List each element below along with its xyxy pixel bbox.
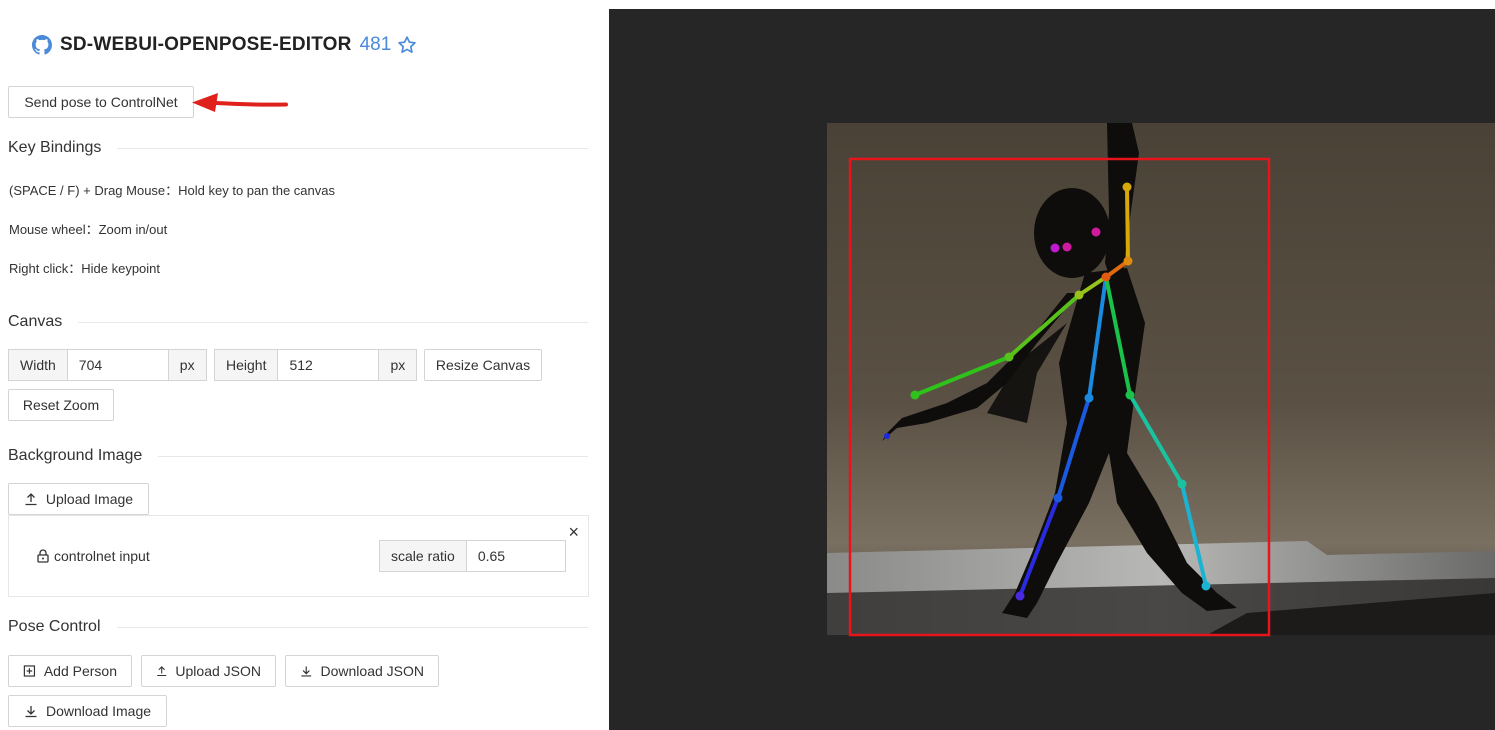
resize-canvas-button[interactable]: Resize Canvas xyxy=(424,349,542,381)
width-label: Width xyxy=(9,350,68,380)
background-image-heading: Background Image xyxy=(8,447,143,464)
download-json-button[interactable]: Download JSON xyxy=(285,655,439,687)
canvas-heading: Canvas xyxy=(8,313,63,330)
height-label: Height xyxy=(215,350,279,380)
resize-canvas-label: Resize Canvas xyxy=(435,357,531,373)
reset-zoom-button[interactable]: Reset Zoom xyxy=(8,389,114,421)
close-icon[interactable]: × xyxy=(568,522,579,543)
key-binding-pan: (SPACE / F) + Drag Mouse：Hold key to pan… xyxy=(9,183,335,198)
download-image-button[interactable]: Download Image xyxy=(8,695,167,727)
height-input-group: Height px xyxy=(214,349,418,381)
width-input[interactable] xyxy=(67,350,168,380)
keypoint[interactable] xyxy=(1122,182,1132,192)
keypoint[interactable] xyxy=(910,390,920,400)
upload-image-label: Upload Image xyxy=(45,491,134,507)
background-image-divider: Background Image xyxy=(8,445,588,467)
keypoint[interactable] xyxy=(1053,493,1063,503)
height-unit: px xyxy=(378,350,417,380)
scale-ratio-input[interactable] xyxy=(466,541,565,571)
keypoint[interactable] xyxy=(1101,272,1111,282)
scale-ratio-group: scale ratio xyxy=(379,540,566,572)
lock-icon[interactable] xyxy=(37,549,49,563)
layer-name: controlnet input xyxy=(54,548,150,564)
keypoint[interactable] xyxy=(1201,581,1211,591)
upload-json-label: Upload JSON xyxy=(175,663,261,679)
header: SD-WEBUI-OPENPOSE-EDITOR 481 xyxy=(32,34,417,56)
pose-control-divider: Pose Control xyxy=(8,616,588,638)
width-input-group: Width px xyxy=(8,349,207,381)
red-arrow-annotation xyxy=(192,93,288,112)
reset-zoom-label: Reset Zoom xyxy=(22,397,100,413)
download-image-label: Download Image xyxy=(45,703,152,719)
skeleton-bones xyxy=(913,185,1208,598)
pose-control-heading: Pose Control xyxy=(8,618,101,635)
app-title[interactable]: SD-WEBUI-OPENPOSE-EDITOR xyxy=(60,34,352,56)
keypoint[interactable] xyxy=(884,433,890,439)
github-icon[interactable] xyxy=(32,35,52,55)
divider-line xyxy=(117,147,588,149)
download-json-label: Download JSON xyxy=(320,663,425,679)
divider-line xyxy=(158,455,588,457)
keypoint[interactable] xyxy=(1084,393,1094,403)
divider-line xyxy=(78,321,588,323)
download-icon xyxy=(301,666,312,677)
add-person-label: Add Person xyxy=(43,663,117,679)
key-binding-zoom: Mouse wheel：Zoom in/out xyxy=(9,222,168,237)
keypoint[interactable] xyxy=(1062,242,1072,252)
keypoint[interactable] xyxy=(1050,243,1060,253)
height-input[interactable] xyxy=(278,350,379,380)
upload-icon xyxy=(157,666,167,677)
key-binding-hide: Right click：Hide keypoint xyxy=(9,261,161,276)
upload-image-button[interactable]: Upload Image xyxy=(8,483,149,515)
keypoint[interactable] xyxy=(1177,479,1187,489)
pose-overlay[interactable] xyxy=(609,9,1495,730)
upload-json-button[interactable]: Upload JSON xyxy=(141,655,276,687)
keypoint[interactable] xyxy=(1123,256,1133,266)
key-bindings-divider: Key Bindings xyxy=(8,137,588,159)
divider-line xyxy=(116,626,588,628)
add-person-button[interactable]: Add Person xyxy=(8,655,132,687)
canvas-divider: Canvas xyxy=(8,311,588,333)
background-layer-card: × controlnet input scale ratio xyxy=(8,515,589,597)
keypoint[interactable] xyxy=(1074,290,1084,300)
sidebar-panel: SD-WEBUI-OPENPOSE-EDITOR 481 Send pose t… xyxy=(0,0,600,730)
plus-square-icon xyxy=(23,665,36,677)
send-pose-to-controlnet-button[interactable]: Send pose to ControlNet xyxy=(8,86,194,118)
keypoint[interactable] xyxy=(1015,591,1025,601)
keypoint[interactable] xyxy=(1091,227,1101,237)
star-count[interactable]: 481 xyxy=(360,34,392,56)
send-pose-label: Send pose to ControlNet xyxy=(24,94,178,110)
scale-ratio-label: scale ratio xyxy=(380,541,467,571)
star-outline-icon[interactable] xyxy=(397,35,417,55)
upload-icon xyxy=(25,493,37,506)
download-icon xyxy=(25,706,37,718)
skeleton-keypoints[interactable] xyxy=(884,182,1211,601)
layer-row: controlnet input xyxy=(37,548,150,564)
keypoint[interactable] xyxy=(1004,352,1014,362)
key-bindings-heading: Key Bindings xyxy=(8,139,102,156)
pose-canvas[interactable] xyxy=(609,9,1495,730)
width-unit: px xyxy=(167,350,206,380)
keypoint[interactable] xyxy=(1125,390,1135,400)
